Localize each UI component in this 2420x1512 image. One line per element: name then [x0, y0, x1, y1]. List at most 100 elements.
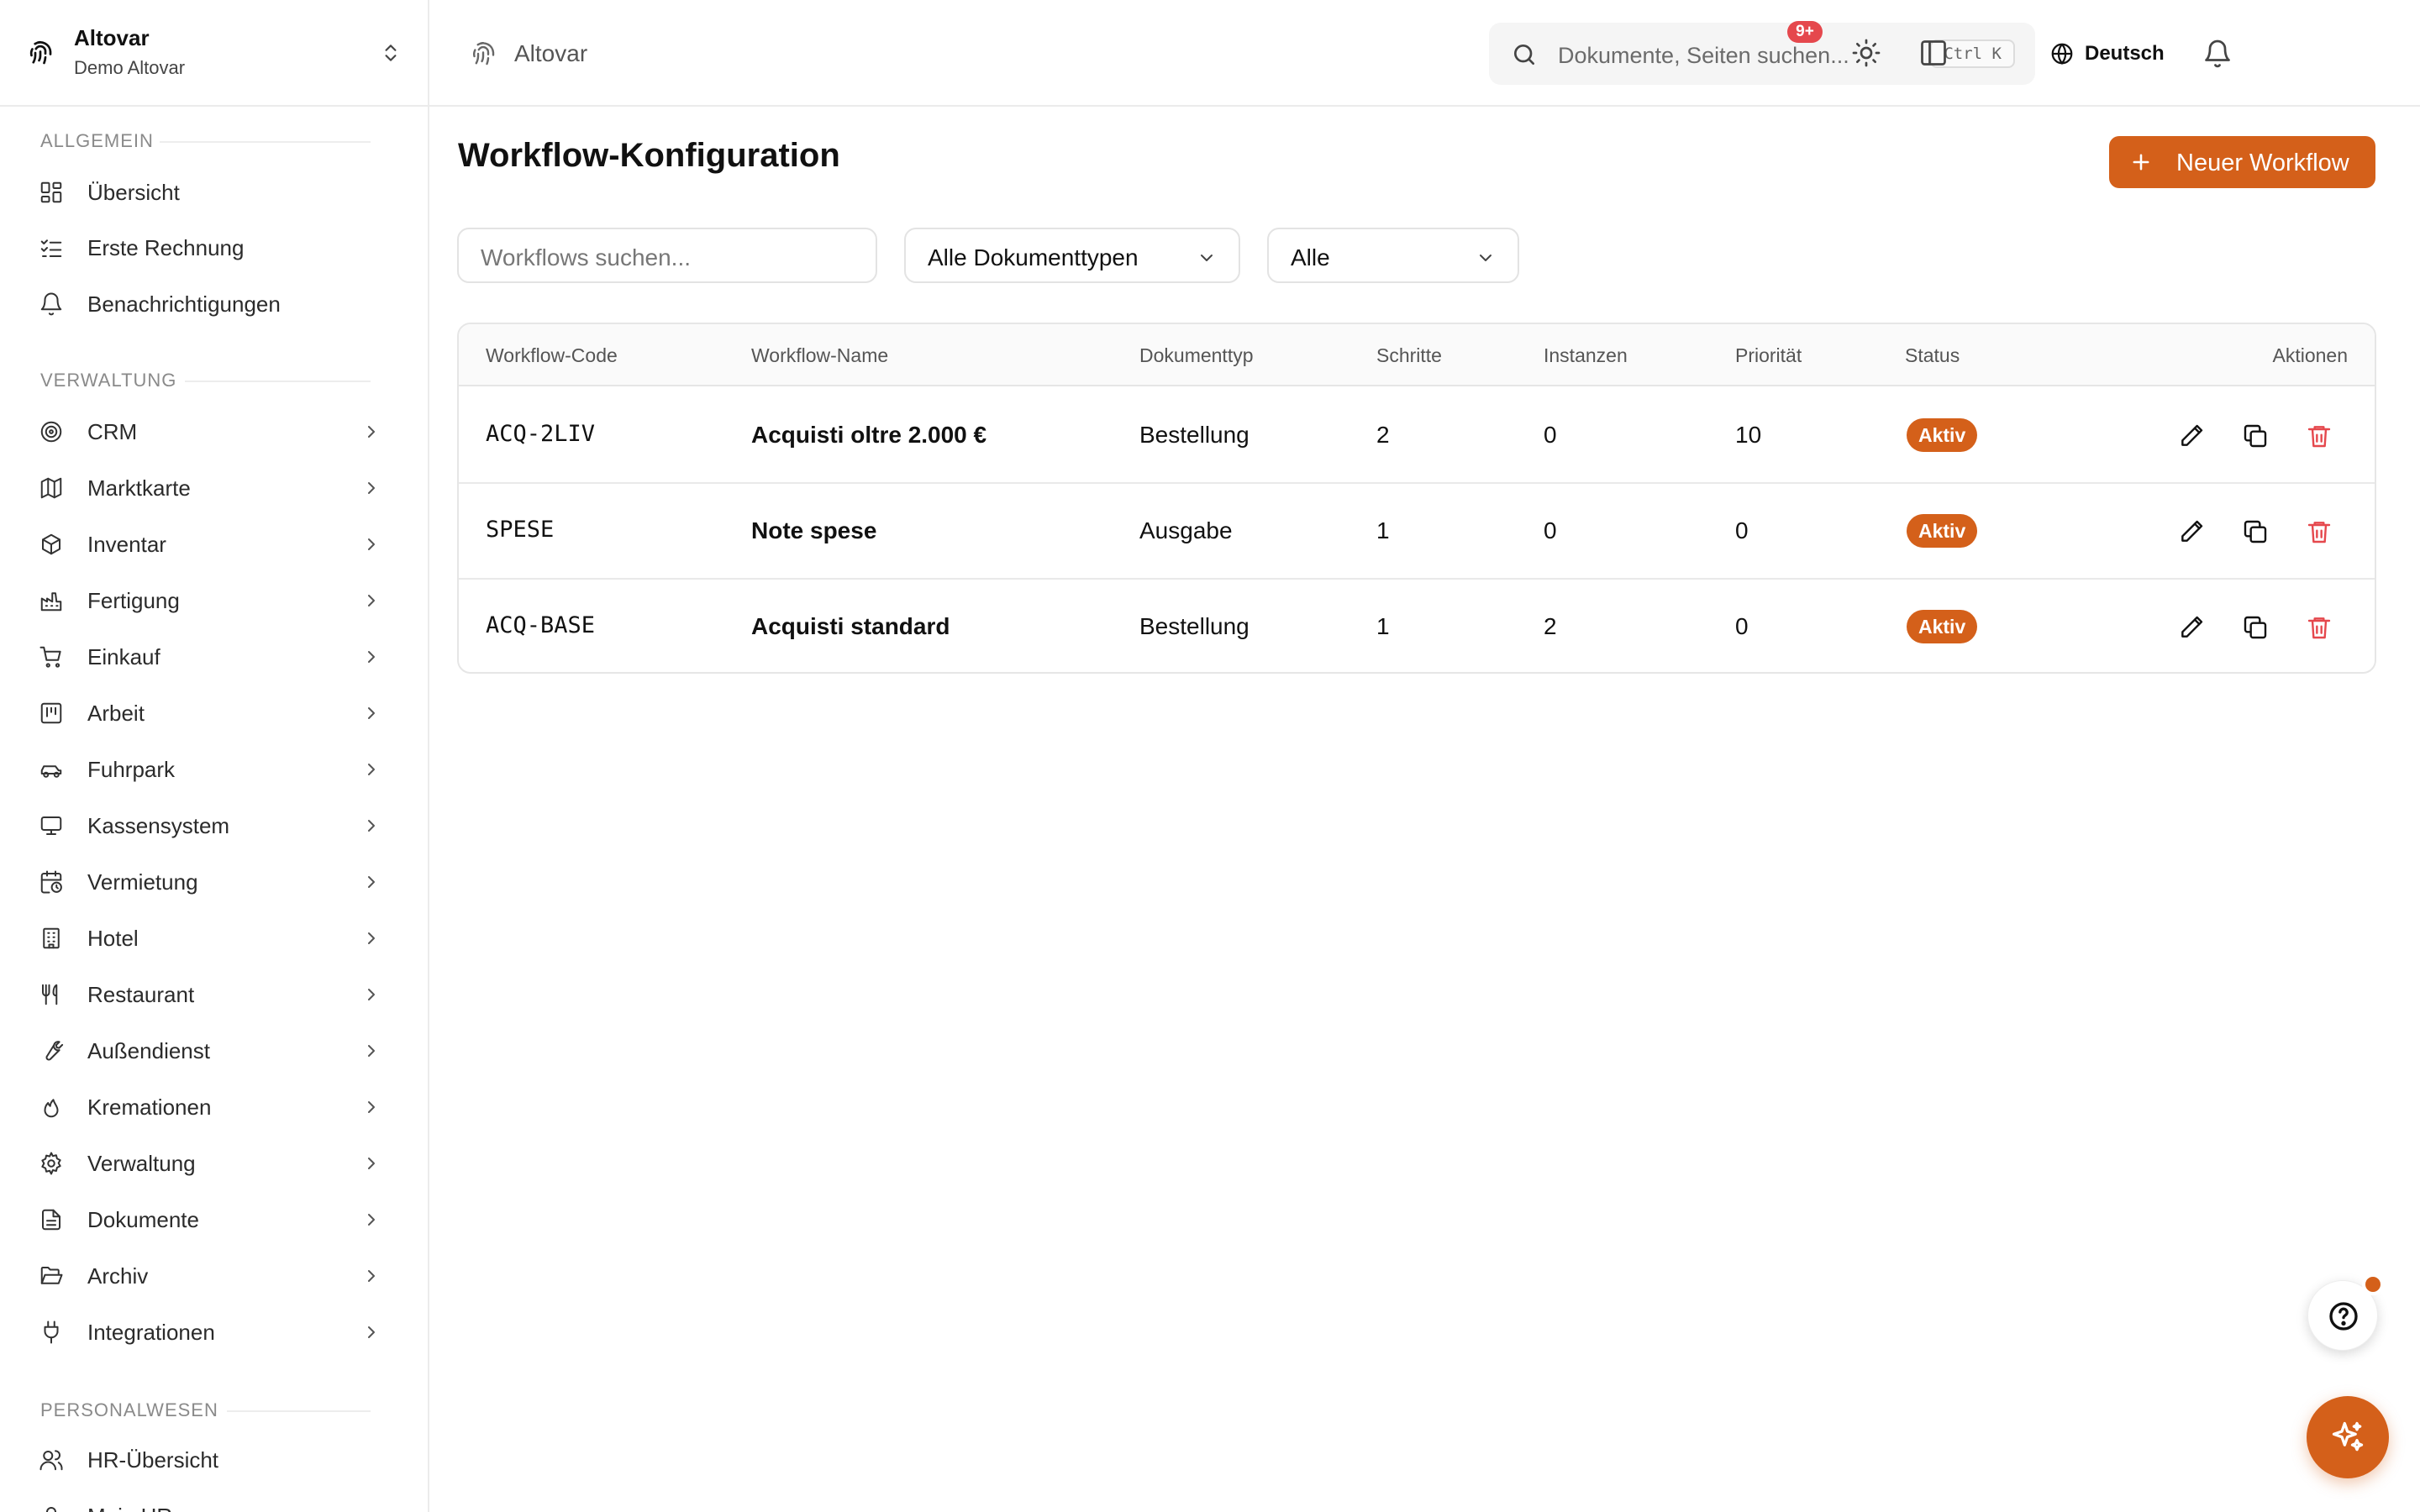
sidebar-item-label: Einkauf — [87, 643, 160, 669]
sidebar-item-archiv[interactable]: Archiv — [37, 1253, 381, 1299]
building-icon — [37, 924, 66, 953]
sidebar-item-vermietung[interactable]: Vermietung — [37, 859, 381, 905]
search-placeholder: Dokumente, Seiten suchen... — [1558, 43, 1849, 68]
sidebar-item-kassensystem[interactable]: Kassensystem — [37, 803, 381, 848]
section-divider — [160, 141, 371, 143]
globe-icon — [2051, 43, 2073, 66]
table-header: Workflow-Code Workflow-Name Dokumenttyp … — [459, 324, 2375, 386]
checklist-icon — [37, 234, 66, 262]
sidebar-item-label: Hotel — [87, 925, 139, 951]
workflow-code: SPESE — [486, 517, 555, 543]
bell-icon — [37, 290, 66, 318]
sidebar-toggle-icon[interactable] — [1918, 38, 1949, 68]
chevron-right-icon — [368, 538, 375, 550]
calendar-clock-icon — [37, 868, 66, 896]
sidebar-item-uebersicht[interactable]: Übersicht — [37, 170, 381, 215]
utensils-icon — [37, 980, 66, 1009]
chevron-down-icon — [1201, 255, 1213, 261]
user-icon — [37, 1502, 66, 1512]
sidebar-item-marktkarte[interactable]: Marktkarte — [37, 465, 381, 511]
workflow-search-input[interactable]: Workflows suchen... — [457, 228, 877, 283]
new-workflow-button[interactable]: Neuer Workflow — [2109, 136, 2375, 188]
breadcrumb[interactable]: Altovar — [514, 40, 587, 67]
global-search[interactable]: Dokumente, Seiten suchen... Ctrl K — [1489, 23, 2035, 85]
chevron-right-icon — [368, 1101, 375, 1113]
column-header-code[interactable]: Workflow-Code — [486, 344, 618, 367]
sun-icon[interactable] — [1851, 38, 1881, 68]
map-icon — [37, 474, 66, 502]
workflow-priority: 0 — [1735, 517, 1749, 543]
sidebar-item-einkauf[interactable]: Einkauf — [37, 634, 381, 680]
column-header-steps[interactable]: Schritte — [1376, 344, 1442, 367]
car-icon — [37, 755, 66, 784]
chevron-right-icon — [368, 1045, 375, 1057]
workflow-search-placeholder: Workflows suchen... — [481, 244, 692, 270]
bell-icon[interactable] — [2202, 37, 2233, 71]
section-label-admin: VERWALTUNG — [40, 370, 177, 391]
trash-icon — [2307, 617, 2331, 639]
sidebar-item-label: Fuhrpark — [87, 756, 176, 782]
workflow-priority: 10 — [1735, 422, 1762, 448]
chevron-right-icon — [368, 1326, 375, 1338]
chevron-right-icon — [368, 820, 375, 832]
sparkles-icon — [2332, 1421, 2364, 1452]
table-row[interactable]: ACQ-2LIV Acquisti oltre 2.000 € Bestellung… — [459, 388, 2375, 484]
duplicate-button[interactable] — [2242, 614, 2269, 641]
delete-button[interactable] — [2306, 614, 2333, 641]
duplicate-button[interactable] — [2242, 423, 2269, 449]
copy-icon — [2244, 520, 2267, 543]
plus-icon — [2133, 154, 2149, 171]
sidebar-item-inventar[interactable]: Inventar — [37, 522, 381, 567]
language-selector[interactable]: Deutsch — [2049, 37, 2165, 71]
table-row[interactable]: SPESE Note spese Ausgabe 1 0 0 Aktiv — [459, 484, 2375, 580]
doctype-filter-select[interactable]: Alle Dokumenttypen — [904, 228, 1240, 283]
sidebar-item-mein-hr[interactable]: Mein HR — [37, 1494, 381, 1512]
sidebar-item-crm[interactable]: CRM — [37, 409, 381, 454]
sidebar-item-arbeit[interactable]: Arbeit — [37, 690, 381, 736]
sidebar-item-integrationen[interactable]: Integrationen — [37, 1310, 381, 1355]
sidebar-item-erste-rechnung[interactable]: Erste Rechnung — [37, 225, 381, 270]
status-filter-select[interactable]: Alle — [1267, 228, 1519, 283]
sidebar-item-außendienst[interactable]: Außendienst — [37, 1028, 381, 1074]
workflow-priority: 0 — [1735, 613, 1749, 639]
sidebar-item-fuhrpark[interactable]: Fuhrpark — [37, 747, 381, 792]
workflow-doctype: Ausgabe — [1139, 517, 1233, 543]
sidebar-item-label: Archiv — [87, 1263, 149, 1289]
sidebar-item-hr-uebersicht[interactable]: HR-Übersicht — [37, 1437, 381, 1483]
sidebar-item-kremationen[interactable]: Kremationen — [37, 1084, 381, 1130]
trash-icon — [2307, 426, 2331, 448]
sidebar-item-fertigung[interactable]: Fertigung — [37, 578, 381, 623]
status-filter-value: Alle — [1291, 244, 1330, 270]
edit-button[interactable] — [2178, 423, 2205, 449]
chevron-right-icon — [368, 932, 375, 944]
fingerprint-icon — [29, 40, 52, 65]
table-row[interactable]: ACQ-BASE Acquisti standard Bestellung 1 2 0 Ak… — [459, 580, 2375, 672]
column-header-name[interactable]: Workflow-Name — [751, 344, 888, 367]
column-header-instances[interactable]: Instanzen — [1544, 344, 1628, 367]
chevron-down-icon — [1480, 255, 1491, 261]
chevron-right-icon — [368, 1214, 375, 1226]
delete-button[interactable] — [2306, 423, 2333, 449]
column-header-doctype[interactable]: Dokumenttyp — [1139, 344, 1254, 367]
column-header-status[interactable]: Status — [1905, 344, 1960, 367]
section-label-general: ALLGEMEIN — [40, 130, 154, 151]
pencil-icon — [2181, 520, 2203, 542]
edit-button[interactable] — [2178, 614, 2205, 641]
sidebar-item-verwaltung[interactable]: Verwaltung — [37, 1141, 381, 1186]
ai-assistant-button[interactable] — [2307, 1396, 2389, 1478]
duplicate-button[interactable] — [2242, 518, 2269, 545]
org-switcher[interactable]: Altovar Demo Altovar — [0, 0, 428, 107]
sidebar-item-label: Übersicht — [87, 179, 180, 205]
sidebar-item-benachrichtigungen[interactable]: Benachrichtigungen — [37, 281, 381, 327]
column-header-priority[interactable]: Priorität — [1735, 344, 1802, 367]
edit-button[interactable] — [2178, 518, 2205, 545]
sidebar-item-label: Restaurant — [87, 981, 195, 1007]
sidebar-item-hotel[interactable]: Hotel — [37, 916, 381, 961]
sidebar-item-dokumente[interactable]: Dokumente — [37, 1197, 381, 1242]
language-label: Deutsch — [2085, 42, 2165, 65]
sidebar-item-restaurant[interactable]: Restaurant — [37, 972, 381, 1017]
sidebar: Altovar Demo Altovar ALLGEMEIN Übersicht… — [0, 0, 429, 1512]
workflow-steps: 2 — [1376, 422, 1390, 448]
factory-icon — [37, 586, 66, 615]
delete-button[interactable] — [2306, 518, 2333, 545]
